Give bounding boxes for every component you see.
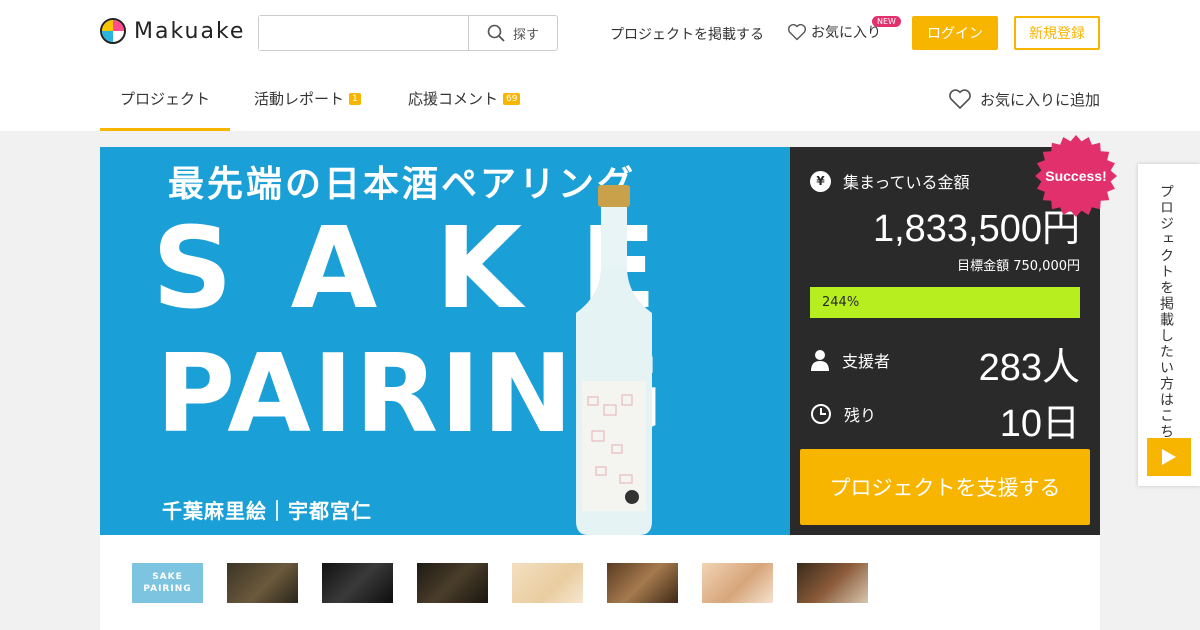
search-input[interactable]	[259, 16, 469, 50]
thumbnail-6[interactable]	[607, 563, 678, 603]
heart-icon	[949, 89, 971, 109]
funding-progress-text: 244%	[822, 295, 860, 310]
search-box: 探す	[258, 15, 558, 51]
success-badge-text: Success!	[1045, 168, 1106, 184]
success-badge: Success!	[1035, 135, 1117, 217]
remaining-label: 残り	[844, 406, 877, 425]
heart-icon	[787, 24, 807, 41]
thumbnail-strip: SAKE PAIRING	[100, 535, 1100, 630]
makuake-logo[interactable]: Makuake	[100, 18, 245, 44]
post-project-link[interactable]: プロジェクトを掲載する	[610, 24, 764, 44]
thumbnail-5[interactable]	[512, 563, 583, 603]
remaining-label-row: 残り	[810, 402, 876, 426]
signup-button[interactable]: 新規登録	[1014, 16, 1100, 50]
collected-amount-label: 集まっている金額	[843, 173, 970, 192]
remaining-days: 10日	[999, 403, 1080, 445]
goal-amount: 目標金額 750,000円	[957, 259, 1080, 274]
sake-bottle-image	[576, 185, 652, 535]
logo-text: Makuake	[134, 18, 246, 44]
support-project-button[interactable]: プロジェクトを支援する	[800, 449, 1090, 525]
supporters-label-row: 支援者	[810, 348, 890, 372]
new-badge: NEW	[872, 16, 901, 27]
thumbnail-8[interactable]	[797, 563, 868, 603]
thumbnail-2[interactable]	[227, 563, 298, 603]
search-icon	[487, 24, 505, 42]
funding-progress-bar: 244%	[810, 287, 1080, 318]
thumbnail-7[interactable]	[702, 563, 773, 603]
thumbnail-1[interactable]: SAKE PAIRING	[132, 563, 203, 603]
tab-activity-report-label: 活動レポート	[254, 90, 345, 108]
tab-support-comments[interactable]: 応援コメント 69	[408, 66, 521, 131]
supporters-count: 283人	[978, 347, 1080, 389]
thumbnail-1-text: SAKE PAIRING	[143, 572, 192, 594]
support-comments-count-badge: 69	[503, 92, 521, 105]
tab-project-label: プロジェクト	[119, 90, 210, 108]
search-button[interactable]: 探す	[469, 16, 557, 50]
project-hero-image[interactable]: 最先端の日本酒ペアリング SAKE PAIRING 千葉麻里絵｜宇都宮仁	[100, 147, 790, 535]
project-tabbar: プロジェクト 活動レポート 1 応援コメント 69 お気に入りに追加	[0, 66, 1200, 131]
site-header: Makuake 探す プロジェクトを掲載する お気に入り NEW ログイン 新規…	[0, 0, 1200, 66]
favorites-link[interactable]: お気に入り	[787, 22, 881, 42]
tab-activity-report[interactable]: 活動レポート 1	[254, 66, 361, 131]
funding-progress-fill: 244%	[810, 287, 1080, 318]
add-favorite-button[interactable]: お気に入りに追加	[948, 88, 1100, 110]
post-project-side-tab[interactable]: プロジェクトを掲載したい方はこちら	[1138, 164, 1200, 486]
yen-icon: ¥	[810, 170, 831, 192]
tab-project[interactable]: プロジェクト	[100, 66, 230, 131]
favorites-label: お気に入り	[811, 25, 881, 41]
side-tab-text: プロジェクトを掲載したい方はこちら	[1158, 184, 1174, 456]
search-button-label: 探す	[512, 27, 539, 43]
hero-subtitle: 最先端の日本酒ペアリング	[168, 164, 637, 205]
hero-names: 千葉麻里絵｜宇都宮仁	[162, 499, 372, 523]
thumbnail-4[interactable]	[417, 563, 488, 603]
clock-icon	[811, 404, 831, 424]
logo-mark-icon	[100, 18, 126, 44]
person-icon	[811, 350, 829, 371]
add-favorite-label: お気に入りに追加	[980, 90, 1101, 109]
supporters-label: 支援者	[842, 352, 891, 371]
thumbnail-3[interactable]	[322, 563, 393, 603]
tab-support-comments-label: 応援コメント	[408, 90, 499, 108]
activity-report-count-badge: 1	[349, 92, 361, 105]
play-icon[interactable]	[1147, 438, 1191, 476]
login-button[interactable]: ログイン	[912, 16, 998, 50]
collected-amount-label-row: ¥ 集まっている金額	[810, 169, 970, 193]
